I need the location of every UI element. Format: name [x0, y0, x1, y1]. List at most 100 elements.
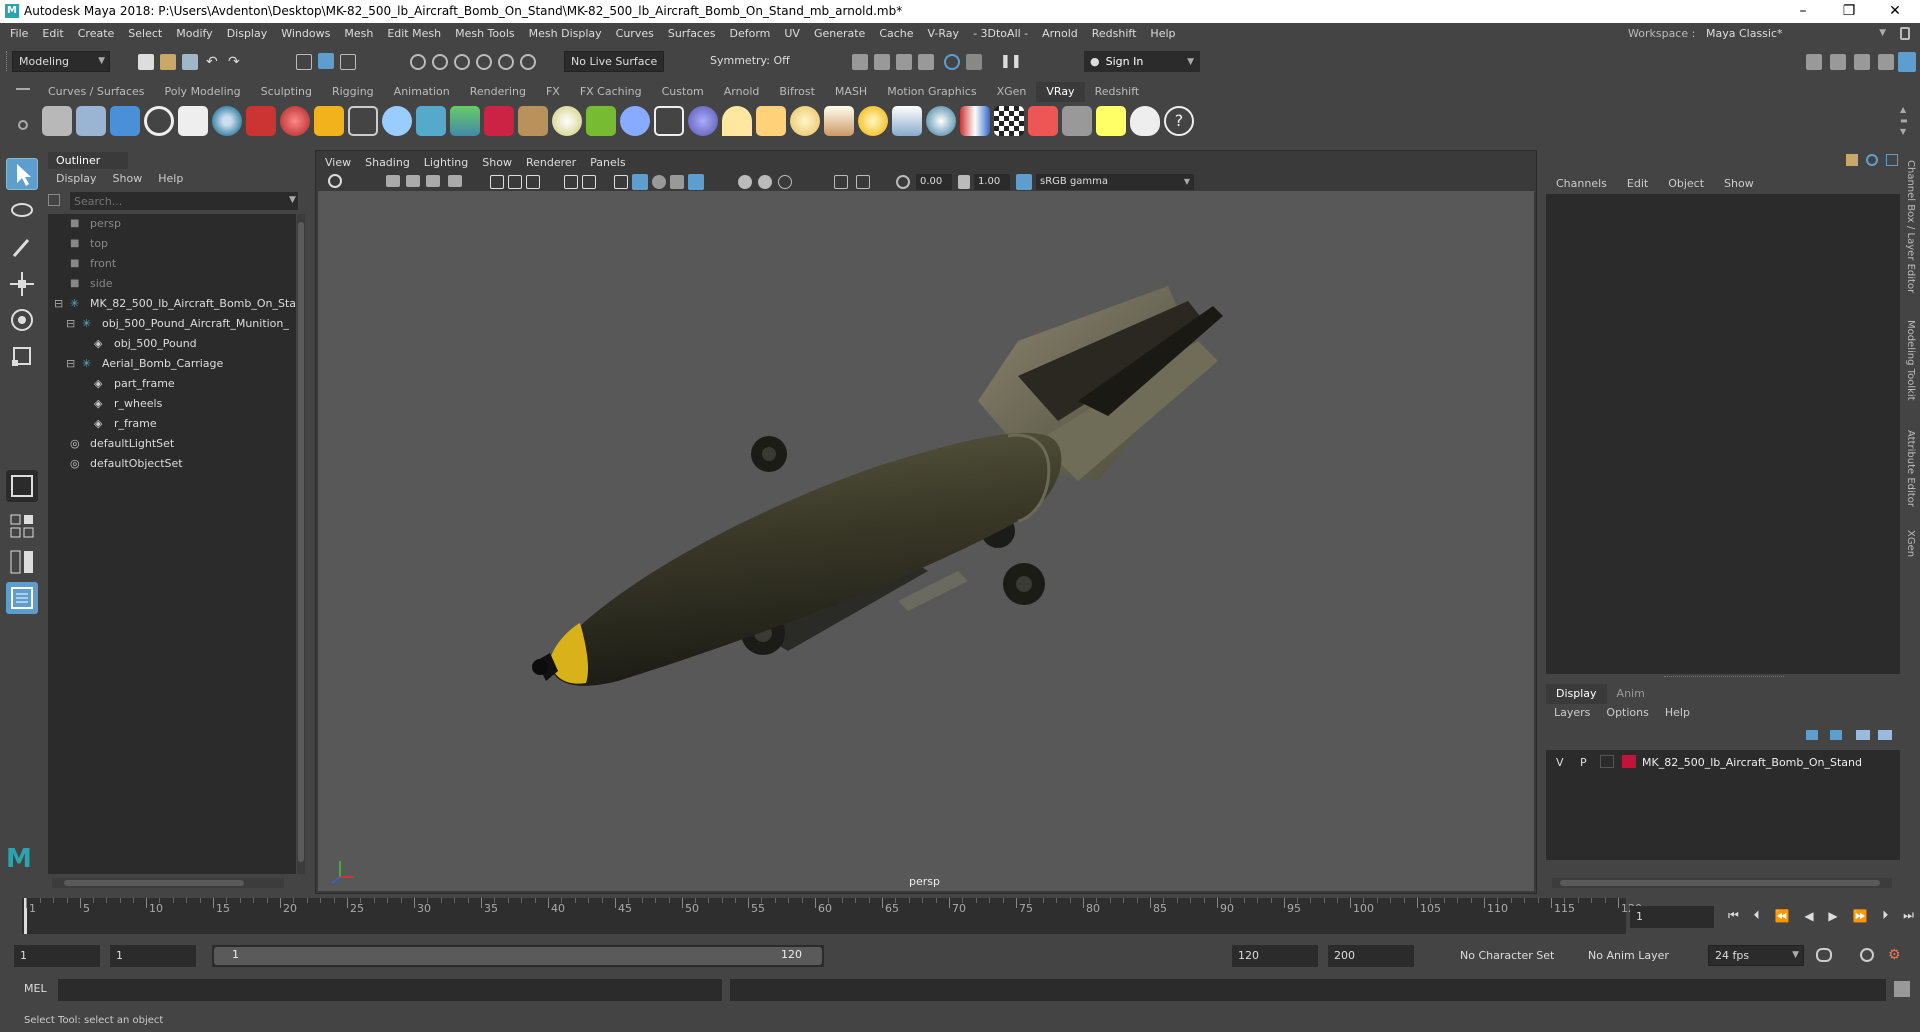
shelf-tab-fx-caching[interactable]: FX Caching — [570, 82, 652, 102]
rotate-tool-icon[interactable] — [6, 304, 38, 336]
outliner-vscrollbar[interactable] — [297, 214, 305, 874]
shelf-tab-redshift[interactable]: Redshift — [1085, 82, 1150, 102]
gamma-field[interactable]: 1.00 — [974, 174, 1010, 190]
layer-menu-options[interactable]: Options — [1598, 704, 1656, 722]
paint-select-icon[interactable] — [6, 232, 38, 264]
vray-flag-icon[interactable] — [960, 106, 990, 136]
vray-texture-icon[interactable] — [518, 106, 548, 136]
attribute-editor-icon[interactable] — [1830, 54, 1846, 70]
ipr-render-icon[interactable] — [896, 54, 912, 70]
vray-render-element-icon[interactable] — [1028, 106, 1058, 136]
menu-redshift[interactable]: Redshift — [1085, 23, 1144, 45]
vray-render-settings-icon[interactable] — [42, 106, 72, 136]
cb-hyperbolic-icon[interactable] — [1886, 154, 1898, 166]
layer-tab-anim[interactable]: Anim — [1607, 684, 1655, 704]
menu-file[interactable]: File — [3, 23, 35, 45]
select-by-hierarchy-icon[interactable] — [296, 54, 312, 70]
new-scene-icon[interactable] — [138, 54, 154, 70]
layer-tab-display[interactable]: Display — [1546, 684, 1607, 704]
current-frame-field[interactable]: 1 — [1630, 906, 1714, 928]
range-slider-handle[interactable] — [214, 947, 822, 965]
menu-select[interactable]: Select — [121, 23, 169, 45]
vray-grass-icon[interactable] — [586, 106, 616, 136]
menu-v-ray[interactable]: V-Ray — [921, 23, 967, 45]
time-slider-bar[interactable]: 1 5 10 15 20 25 30 35 40 45 50 55 60 65 70 75 80 85 90 95 10… — [22, 898, 1642, 934]
lock-icon[interactable] — [1900, 27, 1910, 40]
shelf-tab-fx[interactable]: FX — [536, 82, 570, 102]
shelf-tab-arnold[interactable]: Arnold — [714, 82, 770, 102]
mel-label[interactable]: MEL — [24, 982, 47, 995]
layer-hscrollbar[interactable] — [1552, 878, 1892, 888]
lasso-tool-icon[interactable] — [6, 196, 38, 228]
step-forward-frame-icon[interactable]: ⏩ — [1852, 909, 1867, 923]
animation-end-field[interactable]: 200 — [1328, 945, 1414, 967]
auto-key-icon[interactable] — [1860, 948, 1874, 962]
menu-generate[interactable]: Generate — [807, 23, 872, 45]
vray-ies-icon[interactable] — [824, 106, 854, 136]
menu-deform[interactable]: Deform — [722, 23, 777, 45]
menu-mesh-tools[interactable]: Mesh Tools — [448, 23, 522, 45]
menu-modify[interactable]: Modify — [169, 23, 219, 45]
play-backward-icon[interactable]: ◀ — [1804, 909, 1813, 923]
step-forward-key-icon[interactable]: ⏵ — [1882, 908, 1888, 923]
snap-curve-icon[interactable] — [432, 54, 448, 70]
undo-icon[interactable]: ↶ — [206, 54, 222, 70]
character-set-dropdown[interactable]: No Character Set — [1436, 945, 1556, 967]
vp-safe-action-icon[interactable] — [582, 175, 596, 189]
shelf-tab-sculpting[interactable]: Sculpting — [251, 82, 322, 102]
layer-hscroll-thumb[interactable] — [1560, 880, 1880, 886]
vp-lock-camera-icon[interactable] — [406, 175, 420, 187]
vp-camera-icon[interactable] — [386, 175, 400, 187]
loop-icon[interactable] — [1816, 948, 1832, 962]
modeling-toolkit-icon[interactable] — [1806, 54, 1822, 70]
vp-image-plane-icon[interactable] — [448, 175, 462, 187]
channel-box-icon[interactable] — [1878, 54, 1894, 70]
anim-layer-dropdown[interactable]: No Anim Layer — [1564, 945, 1684, 967]
vray-cloud-icon[interactable] — [1130, 106, 1160, 136]
bomb-on-stand-model[interactable] — [318, 191, 1534, 891]
shelf-tab-curves-surfaces[interactable]: Curves / Surfaces — [38, 82, 155, 102]
shelf-tab-animation[interactable]: Animation — [384, 82, 460, 102]
vp-gamma-icon[interactable] — [958, 175, 970, 189]
vp-use-lights-icon[interactable] — [688, 174, 704, 190]
vray-physical-camera-icon[interactable] — [926, 106, 956, 136]
select-by-object-icon[interactable] — [318, 53, 334, 69]
new-layer-selected-icon[interactable] — [1878, 730, 1892, 740]
vp-exposure-icon[interactable] — [896, 175, 910, 189]
move-tool-icon[interactable] — [6, 268, 38, 300]
menu-help[interactable]: Help — [1143, 23, 1182, 45]
expand-toggle-icon[interactable]: ⊟ — [66, 314, 75, 334]
vp-isolate-select-icon[interactable] — [834, 175, 848, 189]
vp-default-material-icon[interactable] — [652, 175, 666, 189]
layer-menu-layers[interactable]: Layers — [1546, 704, 1598, 722]
vray-sphere-icon[interactable] — [212, 106, 242, 136]
menu-arnold[interactable]: Arnold — [1035, 23, 1085, 45]
exposure-field[interactable]: 0.00 — [916, 174, 952, 190]
menu-edit-mesh[interactable]: Edit Mesh — [380, 23, 448, 45]
two-view-icon[interactable] — [6, 546, 38, 578]
layer-display-type[interactable] — [1600, 755, 1614, 768]
vray-twosided-icon[interactable] — [280, 106, 310, 136]
vp-grid-icon[interactable] — [490, 175, 504, 189]
vp-ambient-occlusion-icon[interactable] — [758, 175, 772, 189]
vp-color-management-icon[interactable] — [1016, 174, 1032, 190]
shelf-tab-vray[interactable]: VRay — [1036, 82, 1085, 102]
layer-menu-help[interactable]: Help — [1657, 704, 1698, 722]
redo-icon[interactable]: ↷ — [228, 54, 244, 70]
vray-plane-icon[interactable] — [450, 106, 480, 136]
vray-mesh-light-icon[interactable] — [484, 106, 514, 136]
layer-playback-toggle[interactable]: P — [1580, 756, 1587, 769]
outliner-hscrollbar[interactable] — [52, 878, 284, 888]
outliner-menu-display[interactable]: Display — [48, 170, 105, 188]
menu-surfaces[interactable]: Surfaces — [661, 23, 723, 45]
mel-command-input[interactable] — [58, 979, 722, 1001]
layer-visibility-toggle[interactable]: V — [1556, 756, 1564, 769]
shelf-tab-motion-graphics[interactable]: Motion Graphics — [877, 82, 986, 102]
vray-logo-icon[interactable] — [144, 106, 174, 136]
menu-curves[interactable]: Curves — [609, 23, 661, 45]
menu-edit[interactable]: Edit — [35, 23, 70, 45]
vray-table-icon[interactable] — [1062, 106, 1092, 136]
cb-speed-icon[interactable] — [1866, 154, 1878, 166]
side-tab-channel-box[interactable]: Channel Box / Layer Editor — [1905, 160, 1916, 293]
play-forward-icon[interactable]: ▶ — [1828, 909, 1837, 923]
